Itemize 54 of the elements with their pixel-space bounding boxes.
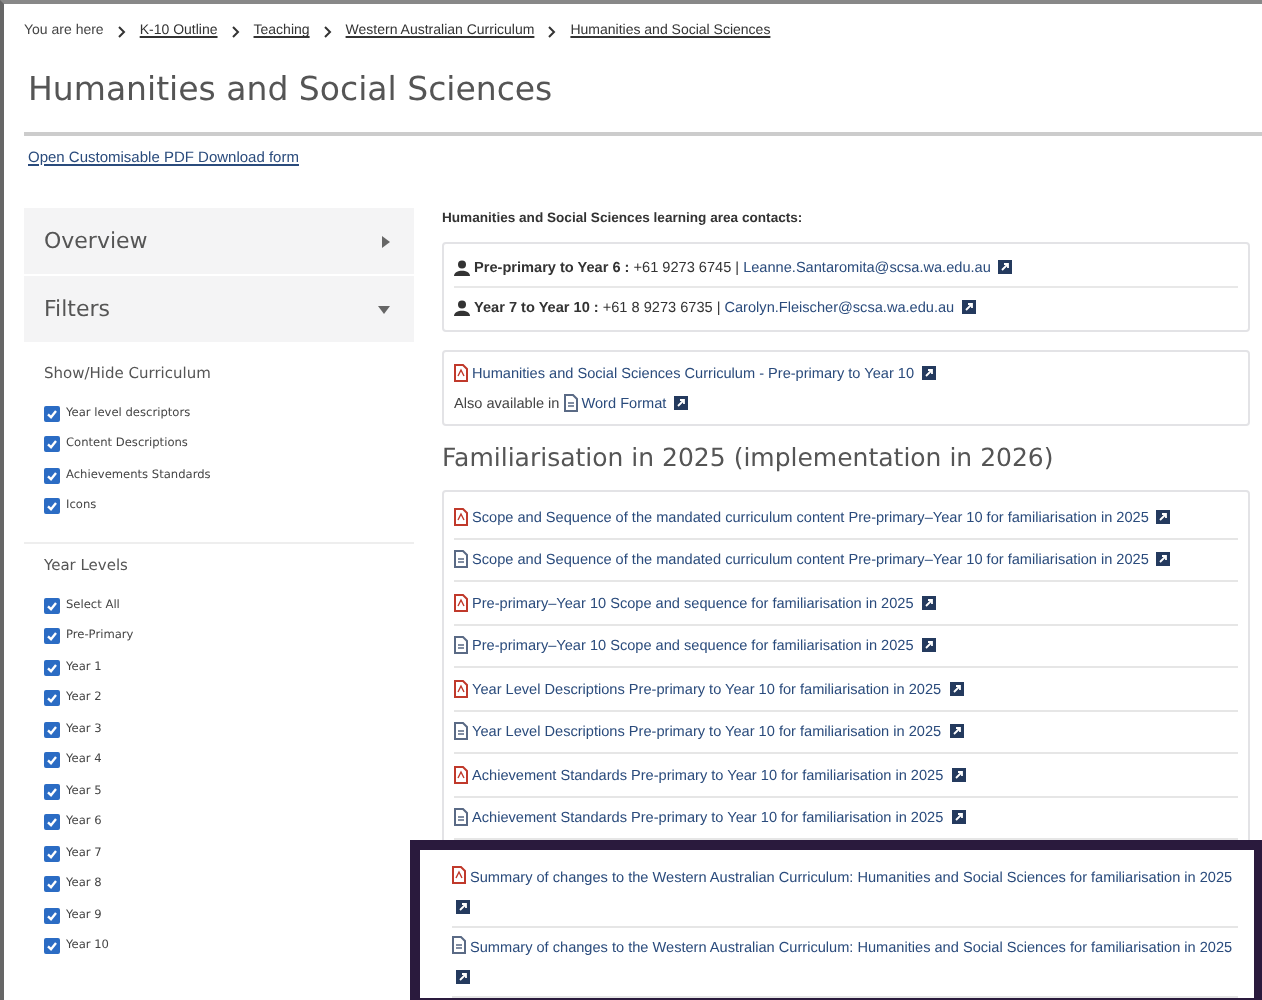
checkbox[interactable] [44,721,60,738]
external-link-icon [1156,552,1171,567]
external-link-icon [921,638,936,653]
checkbox[interactable] [44,405,60,422]
person-icon [454,299,470,315]
pdf-file-icon [452,866,466,884]
caret-right-icon [382,235,390,247]
document-icon [454,636,468,655]
person-icon [454,259,470,275]
external-link-icon [951,810,966,825]
chevron-icon [323,25,332,37]
chevron-icon [548,25,557,37]
accordion-header[interactable]: Filters [24,276,414,344]
external-link-icon [1156,509,1171,524]
checkbox[interactable] [44,597,60,614]
document-icon [452,936,466,954]
external-link-icon [456,970,470,984]
external-link-icon [962,300,977,314]
external-link-icon [998,260,1013,274]
caret-down-icon [378,305,390,313]
chevron-icon [231,25,240,37]
checkbox[interactable] [44,628,60,645]
accordion-header[interactable]: Overview [24,208,414,276]
pdf-file-icon [454,507,468,526]
document-icon [454,808,468,827]
checkbox[interactable] [44,690,60,707]
page-title: Humanities and Social Sciences [28,70,555,108]
checkbox[interactable] [44,814,60,831]
pdf-file-icon [454,679,468,698]
checkbox[interactable] [44,783,60,800]
checkbox[interactable] [44,752,60,769]
pdf-file-icon [454,593,468,612]
document-icon [454,722,468,741]
pdf-file-icon [454,364,468,382]
chevron-icon [117,25,126,37]
external-link-icon [951,767,966,782]
checkbox[interactable] [44,436,60,453]
checkbox[interactable] [44,938,60,955]
external-link-icon [921,595,936,610]
checkbox[interactable] [44,659,60,676]
document-icon [454,550,468,569]
checkbox[interactable] [44,467,60,484]
external-link-icon [674,396,689,410]
pdf-file-icon [454,765,468,784]
external-link-icon [456,900,470,914]
checkbox[interactable] [44,876,60,893]
checkbox[interactable] [44,845,60,862]
external-link-icon [922,366,937,380]
external-link-icon [949,681,964,696]
document-icon [563,394,578,412]
external-link-icon [949,724,964,739]
checkbox[interactable] [44,907,60,924]
checkbox[interactable] [44,498,60,515]
section-heading: Familiarisation in 2025 (implementation in 2026) [442,442,1056,472]
